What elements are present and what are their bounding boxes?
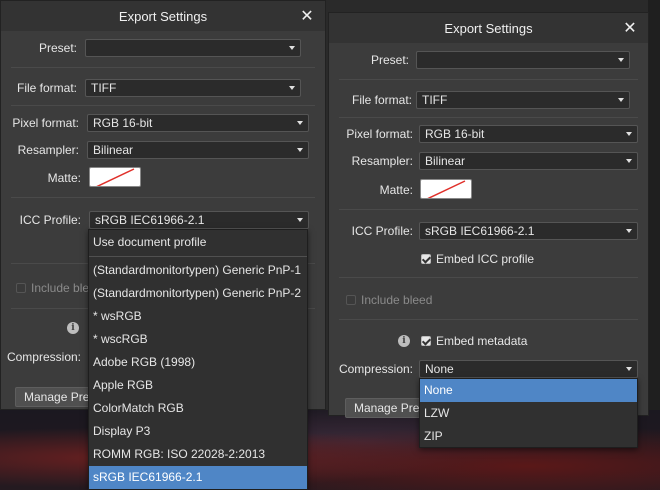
- divider: [339, 209, 638, 210]
- dropdown-item[interactable]: Apple RGB: [89, 374, 307, 397]
- resampler-label: Resampler:: [17, 143, 79, 157]
- resampler-select[interactable]: Bilinear: [87, 141, 309, 159]
- dropdown-item[interactable]: LZW: [420, 402, 637, 425]
- dropdown-item[interactable]: (Standardmonitortypen) Generic PnP-2: [89, 282, 307, 305]
- file-format-label: File format:: [16, 81, 77, 95]
- close-icon[interactable]: ✕: [620, 18, 640, 38]
- info-icon[interactable]: i: [67, 322, 79, 334]
- divider: [11, 105, 315, 106]
- resampler-value: Bilinear: [425, 154, 466, 168]
- preset-label: Preset:: [38, 41, 77, 55]
- file-format-select[interactable]: TIFF: [416, 91, 630, 109]
- divider: [11, 67, 315, 68]
- dropdown-item[interactable]: * wscRGB: [89, 328, 307, 351]
- icc-profile-value: sRGB IEC61966-2.1: [425, 224, 535, 238]
- icc-profile-label: ICC Profile:: [351, 224, 413, 238]
- divider: [339, 319, 638, 320]
- pixel-format-value: RGB 16-bit: [425, 127, 485, 141]
- matte-color-swatch[interactable]: [89, 167, 141, 187]
- pixel-format-select[interactable]: RGB 16-bit: [87, 114, 309, 132]
- file-format-label: File format:: [351, 93, 412, 107]
- embed-metadata-checkbox[interactable]: [421, 336, 431, 346]
- include-bleed-checkbox[interactable]: [346, 295, 356, 305]
- no-color-slash-icon: [427, 180, 466, 198]
- matte-label: Matte:: [47, 171, 81, 185]
- dropdown-item[interactable]: ROMM RGB: ISO 22028-2:2013: [89, 443, 307, 466]
- matte-label: Matte:: [379, 183, 413, 197]
- chevron-down-icon: [626, 367, 632, 371]
- icc-profile-value: sRGB IEC61966-2.1: [95, 213, 205, 227]
- dropdown-item[interactable]: Adobe RGB (1998): [89, 351, 307, 374]
- chevron-down-icon: [297, 148, 303, 152]
- dropdown-item-selected[interactable]: sRGB IEC61966-2.1: [89, 466, 307, 489]
- chevron-down-icon: [297, 218, 303, 222]
- dialog-title: Export Settings: [118, 9, 208, 24]
- dropdown-item[interactable]: Display P3: [89, 420, 307, 443]
- pixel-format-label: Pixel format:: [12, 116, 79, 130]
- compression-value: None: [425, 362, 454, 376]
- preset-select[interactable]: [85, 39, 301, 57]
- chevron-down-icon: [297, 121, 303, 125]
- embed-icc-profile-label: Embed ICC profile: [436, 252, 535, 266]
- dropdown-item[interactable]: Use document profile: [89, 231, 307, 254]
- divider: [11, 197, 315, 198]
- icc-profile-select[interactable]: sRGB IEC61966-2.1: [89, 211, 309, 229]
- chevron-down-icon: [626, 159, 632, 163]
- preset-label: Preset:: [370, 53, 409, 67]
- no-color-slash-icon: [96, 168, 135, 186]
- preset-select[interactable]: [416, 51, 630, 69]
- resampler-select[interactable]: Bilinear: [419, 152, 638, 170]
- icc-profile-label: ICC Profile:: [19, 213, 81, 227]
- compression-dropdown: None LZW ZIP: [419, 378, 638, 448]
- file-format-value: TIFF: [91, 81, 117, 95]
- include-bleed-label: Include bleed: [361, 293, 433, 307]
- dialog-title: Export Settings: [444, 21, 533, 36]
- manage-presets-button[interactable]: Manage Pres: [15, 387, 95, 407]
- file-format-value: TIFF: [422, 93, 448, 107]
- dropdown-item[interactable]: (Standardmonitortypen) Generic PnP-1: [89, 259, 307, 282]
- dropdown-item[interactable]: ZIP: [420, 425, 637, 448]
- chevron-down-icon: [626, 132, 632, 136]
- background-panel-edge: [648, 0, 660, 410]
- icc-profile-select[interactable]: sRGB IEC61966-2.1: [419, 222, 638, 240]
- dropdown-item[interactable]: ColorMatch RGB: [89, 397, 307, 420]
- info-icon[interactable]: i: [398, 335, 410, 347]
- matte-color-swatch[interactable]: [420, 179, 472, 199]
- close-icon[interactable]: ✕: [297, 6, 317, 26]
- compression-select[interactable]: None: [419, 360, 638, 378]
- export-settings-dialog-right: Export Settings ✕ Preset: File format: T…: [328, 12, 649, 418]
- pixel-format-select[interactable]: RGB 16-bit: [419, 125, 638, 143]
- divider: [339, 117, 638, 118]
- include-bleed-checkbox[interactable]: [16, 283, 26, 293]
- file-format-select[interactable]: TIFF: [85, 79, 301, 97]
- resampler-label: Resampler:: [351, 154, 413, 168]
- embed-metadata-label: Embed metadata: [436, 334, 528, 348]
- divider: [339, 79, 638, 80]
- embed-icc-profile-checkbox[interactable]: [421, 254, 431, 264]
- manage-presets-button[interactable]: Manage Pres: [345, 398, 423, 418]
- compression-label: Compression:: [338, 362, 413, 376]
- chevron-down-icon: [618, 98, 624, 102]
- dialog-titlebar: Export Settings ✕: [1, 1, 325, 31]
- dropdown-divider: [89, 256, 307, 257]
- icc-profile-dropdown: Use document profile (Standardmonitortyp…: [88, 229, 308, 490]
- dialog-titlebar: Export Settings ✕: [329, 13, 648, 43]
- pixel-format-value: RGB 16-bit: [93, 116, 153, 130]
- pixel-format-label: Pixel format:: [346, 127, 413, 141]
- dropdown-item-selected[interactable]: None: [420, 379, 637, 402]
- chevron-down-icon: [618, 58, 624, 62]
- chevron-down-icon: [626, 229, 632, 233]
- compression-label: Compression:: [6, 350, 81, 364]
- resampler-value: Bilinear: [93, 143, 134, 157]
- chevron-down-icon: [289, 86, 295, 90]
- dropdown-item[interactable]: * wsRGB: [89, 305, 307, 328]
- divider: [339, 277, 638, 278]
- chevron-down-icon: [289, 46, 295, 50]
